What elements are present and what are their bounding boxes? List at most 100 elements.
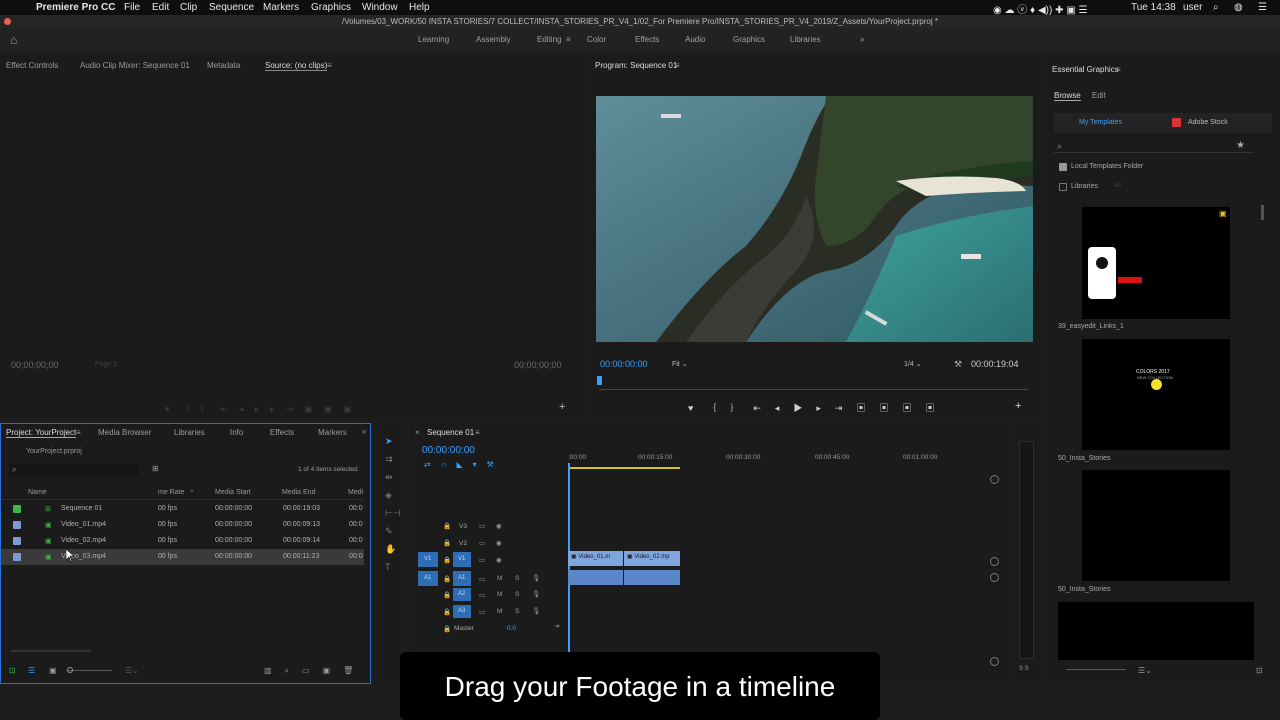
track-lock-icon[interactable]: 🔒 bbox=[443, 591, 451, 599]
track-sync-icon[interactable]: ▭ bbox=[479, 556, 485, 564]
track-lock-icon[interactable]: 🔒 bbox=[443, 522, 451, 530]
lock-icon[interactable]: ⊡ bbox=[9, 666, 16, 675]
tab-audio-clip-mixer[interactable]: Audio Clip Mixer: Sequence 01 bbox=[80, 61, 190, 70]
app-menu[interactable]: Premiere Pro CC bbox=[36, 2, 115, 13]
close-window-button[interactable] bbox=[4, 18, 11, 25]
voiceover-mic-icon[interactable]: 🎙 bbox=[532, 590, 540, 598]
voiceover-mic-icon[interactable]: 🎙 bbox=[532, 574, 540, 582]
timeline-timecode[interactable]: 00:00:00:00 bbox=[422, 445, 475, 456]
solo-button[interactable]: S bbox=[515, 608, 519, 615]
col-media-end[interactable]: Media End bbox=[282, 489, 315, 496]
master-volume[interactable]: 0.0 bbox=[507, 625, 516, 632]
master-go-to-end-icon[interactable]: ⇥ bbox=[554, 622, 559, 630]
track-sync-icon[interactable]: ▭ bbox=[479, 539, 485, 547]
more-workspaces-icon[interactable]: » bbox=[860, 35, 864, 44]
label-color-swatch[interactable] bbox=[13, 537, 21, 545]
program-playhead-timecode[interactable]: 00:00:00:00 bbox=[600, 359, 648, 369]
my-templates-tab[interactable]: My Templates bbox=[1079, 119, 1122, 126]
audio-clip-1[interactable] bbox=[568, 570, 623, 585]
template-thumb-3[interactable] bbox=[1082, 470, 1230, 581]
user-name[interactable]: user bbox=[1183, 2, 1202, 13]
track-select-tool-icon[interactable]: ⇉ bbox=[385, 455, 393, 464]
favorites-star-icon[interactable]: ★ bbox=[1236, 140, 1245, 151]
tab-libraries[interactable]: Libraries bbox=[174, 428, 205, 437]
pen-tool-icon[interactable]: ✎ bbox=[385, 527, 393, 536]
project-bottom-tools[interactable]: ▥⌕▭▣🗑 bbox=[264, 666, 366, 676]
program-add-button[interactable]: + bbox=[1015, 400, 1021, 412]
tab-source[interactable]: Source: (no clips) bbox=[265, 61, 328, 71]
resolution-dropdown[interactable]: 1/4 ⌄ bbox=[904, 360, 922, 368]
source-patch-a1[interactable]: A1 bbox=[418, 571, 438, 586]
label-color-swatch[interactable] bbox=[13, 553, 21, 561]
workspace-libraries[interactable]: Libraries bbox=[790, 35, 821, 44]
track-scroll-handle[interactable] bbox=[990, 573, 999, 582]
adobe-stock-tab[interactable]: Adobe Stock bbox=[1188, 119, 1228, 126]
libraries-checkbox[interactable] bbox=[1059, 183, 1067, 191]
track-target-a3[interactable]: A3 bbox=[453, 605, 471, 618]
template-thumb-4[interactable] bbox=[1058, 602, 1254, 660]
program-playhead[interactable] bbox=[597, 376, 602, 385]
track-sync-icon[interactable]: ▭ bbox=[479, 608, 485, 616]
tab-metadata[interactable]: Metadata bbox=[207, 61, 240, 70]
track-lock-icon[interactable]: 🔒 bbox=[443, 625, 451, 633]
source-timecode-in[interactable]: 00;00;00;00 bbox=[11, 360, 59, 370]
tab-sequence[interactable]: Sequence 01 bbox=[427, 428, 474, 437]
track-lock-icon[interactable]: 🔒 bbox=[443, 608, 451, 616]
menu-graphics[interactable]: Graphics bbox=[311, 2, 351, 13]
col-name[interactable]: Name bbox=[28, 489, 47, 496]
menu-sequence[interactable]: Sequence bbox=[209, 2, 254, 13]
panel-menu-icon[interactable]: ≡ bbox=[1116, 65, 1121, 74]
settings-wrench-icon[interactable]: ⚒ bbox=[954, 359, 962, 370]
horizontal-scrollbar[interactable] bbox=[11, 650, 91, 652]
workspace-color[interactable]: Color bbox=[587, 35, 606, 44]
video-clip-2[interactable]: ▣ Video_02.mp bbox=[624, 551, 680, 566]
selection-tool-icon[interactable]: ➤ bbox=[385, 437, 393, 446]
notification-icon[interactable]: ☰ bbox=[1258, 2, 1267, 13]
close-sequence-icon[interactable]: × bbox=[415, 428, 420, 437]
siri-icon[interactable]: ◍ bbox=[1234, 2, 1243, 13]
ripple-edit-tool-icon[interactable]: ⇹ bbox=[385, 473, 393, 482]
solo-button[interactable]: S bbox=[515, 591, 519, 598]
project-item-row[interactable]: ▣ Video_01.mp4 00 fps 00:00:00:00 00:00:09:1… bbox=[1, 517, 364, 533]
tab-effect-controls[interactable]: Effect Controls bbox=[6, 61, 58, 70]
more-tabs-icon[interactable]: » bbox=[362, 427, 366, 436]
type-tool-icon[interactable]: T bbox=[385, 563, 391, 572]
list-view-icon[interactable]: ☰ bbox=[28, 666, 35, 675]
menu-markers[interactable]: Markers bbox=[263, 2, 299, 13]
sort-icons-icon[interactable]: ☰⌄ bbox=[125, 666, 139, 675]
video-clip-1[interactable]: ▣ Video_01.m bbox=[568, 551, 623, 566]
libraries-filter[interactable]: All bbox=[1114, 183, 1121, 189]
timeline-ruler[interactable]: :00:00 00:00:15:00 00:00:30:00 00:00:45:… bbox=[568, 449, 994, 471]
template-thumb-1[interactable]: ▣ bbox=[1082, 207, 1230, 319]
label-color-swatch[interactable] bbox=[13, 521, 21, 529]
timeline-playhead[interactable] bbox=[568, 463, 570, 673]
project-item-row[interactable]: ▣ Video_03.mp4 00 fps 00:00:00:00 00:00:11:2… bbox=[1, 549, 364, 565]
tab-media-browser[interactable]: Media Browser bbox=[98, 428, 151, 437]
program-transport-controls[interactable]: ♥｛｝⇤◂▶▸⇥▣▣▣▣ bbox=[688, 401, 948, 414]
new-layer-icon[interactable]: ⊡ bbox=[1256, 666, 1263, 675]
mute-button[interactable]: M bbox=[497, 608, 502, 615]
track-scroll-handle[interactable] bbox=[990, 557, 999, 566]
col-frame-rate[interactable]: me Rate bbox=[158, 489, 184, 496]
workspace-effects[interactable]: Effects bbox=[635, 35, 659, 44]
razor-tool-icon[interactable]: ◈ bbox=[385, 491, 392, 500]
menu-help[interactable]: Help bbox=[409, 2, 430, 13]
menu-file[interactable]: File bbox=[124, 2, 140, 13]
track-scroll-handle[interactable] bbox=[990, 657, 999, 666]
panel-menu-icon[interactable]: ≡ bbox=[675, 61, 680, 70]
project-item-row[interactable]: ⊞ Sequence 01 00 fps 00:00:00:00 00:00:19:03… bbox=[1, 501, 364, 517]
menu-clip[interactable]: Clip bbox=[180, 2, 197, 13]
fit-dropdown[interactable]: Fit ⌄ bbox=[672, 360, 688, 368]
workspace-graphics[interactable]: Graphics bbox=[733, 35, 765, 44]
track-lock-icon[interactable]: 🔒 bbox=[443, 575, 451, 583]
source-transport-controls[interactable]: ▾｛｝⇤◂▸▸⇥▣▣▣ bbox=[165, 402, 363, 415]
project-search-input[interactable]: ⌕ bbox=[9, 464, 139, 476]
mute-button[interactable]: M bbox=[497, 575, 502, 582]
hand-tool-icon[interactable]: ✋ bbox=[385, 545, 396, 554]
project-item-row[interactable]: ▣ Video_02.mp4 00 fps 00:00:00:00 00:00:09:1… bbox=[1, 533, 364, 549]
slip-tool-icon[interactable]: ⊢⊣ bbox=[385, 509, 401, 518]
menu-window[interactable]: Window bbox=[362, 2, 398, 13]
tab-markers[interactable]: Markers bbox=[318, 428, 347, 437]
mute-button[interactable]: M bbox=[497, 591, 502, 598]
local-folder-checkbox[interactable] bbox=[1059, 163, 1067, 171]
